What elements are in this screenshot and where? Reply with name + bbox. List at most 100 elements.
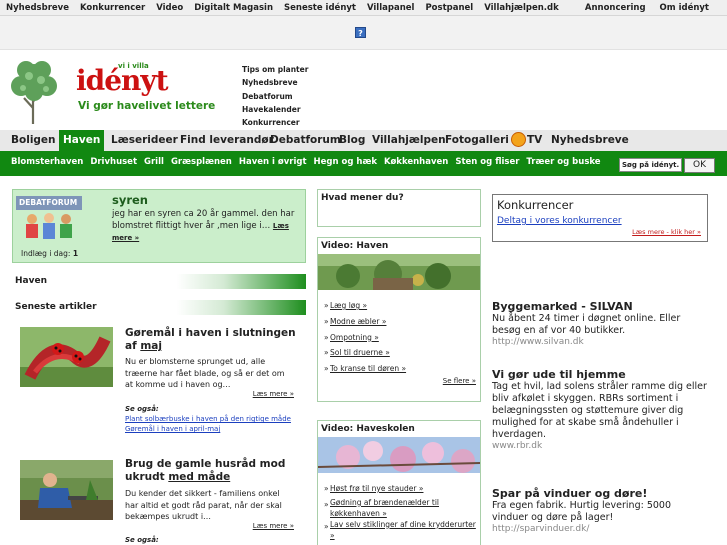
debat-topic-excerpt: jeg har en syren ca 20 år gammel. den ha…	[112, 209, 295, 231]
subnav-graesplaenen[interactable]: Græsplænen	[171, 157, 232, 167]
debatforum-logo-text: DEBATFORUM	[16, 196, 82, 210]
quick-links: Tips om planter Nyhedsbreve Debatforum H…	[242, 63, 308, 129]
debat-topic-title[interactable]: syren	[112, 193, 148, 207]
video-link[interactable]: Læg løg »	[330, 298, 367, 314]
video-link[interactable]: Lav selv stiklinger af dine krydderurter…	[330, 519, 480, 541]
search-input[interactable]	[619, 158, 682, 172]
article-excerpt: Nu er blomsterne sprunget ud, alle træer…	[125, 357, 285, 389]
top-link-nyhedsbreve[interactable]: Nyhedsbreve	[6, 3, 69, 13]
tv-icon	[511, 131, 526, 147]
top-link-konkurrencer[interactable]: Konkurrencer	[80, 3, 145, 13]
list-item[interactable]: » Høst frø til nye stauder »	[324, 481, 480, 497]
subnav-drivhuset[interactable]: Drivhuset	[90, 157, 137, 167]
quick-link-debatforum[interactable]: Debatforum	[242, 90, 308, 103]
konkurrencer-more-link[interactable]: Læs mere - klik her »	[632, 228, 701, 236]
top-link-villapanel[interactable]: Villapanel	[367, 3, 414, 13]
quick-link-havekalender[interactable]: Havekalender	[242, 103, 308, 116]
quick-link-tips[interactable]: Tips om planter	[242, 63, 308, 76]
article-thumbnail-gardener[interactable]	[20, 460, 113, 520]
article-title-link[interactable]: maj	[140, 340, 162, 352]
ad-url[interactable]: http://www.silvan.dk	[492, 337, 707, 347]
ad-title[interactable]: Vi gør ude til hjemme	[492, 368, 707, 381]
video-haven-image[interactable]	[318, 254, 480, 290]
tree-logo-icon	[11, 61, 57, 124]
list-item[interactable]: » Læg løg »	[324, 298, 480, 314]
video-haven-title[interactable]: Video: Haven	[318, 238, 480, 254]
text-ad[interactable]: Vi gør ude til hjemme Tag et hvil, lad s…	[492, 368, 707, 451]
nav-laeserideer[interactable]: Læserideer	[107, 130, 182, 153]
nav-find-leverandoer[interactable]: Find leverandør	[176, 130, 278, 153]
top-bar: Nyhedsbreve Konkurrencer Video Digitalt …	[0, 0, 727, 16]
top-link-om-idenyt[interactable]: Om idényt	[660, 3, 709, 13]
konkurrencer-box: Konkurrencer Deltag i vores konkurrencer…	[492, 194, 708, 242]
article-thumbnail-ladybugs[interactable]	[20, 327, 113, 387]
nav-tv[interactable]: TV	[507, 130, 546, 153]
top-link-digitalt-magasin[interactable]: Digitalt Magasin	[194, 3, 273, 13]
video-link[interactable]: Modne æbler »	[330, 314, 386, 330]
subnav-hegn-og-haek[interactable]: Hegn og hæk	[314, 157, 377, 167]
nav-haven[interactable]: Haven	[59, 130, 105, 153]
top-link-video[interactable]: Video	[156, 3, 183, 13]
video-haven-more-link[interactable]: Se flere »	[318, 377, 480, 385]
nav-tv-label: TV	[527, 134, 543, 146]
nav-fotogalleri[interactable]: Fotogalleri	[441, 130, 513, 153]
nav-villahjaelpen[interactable]: Villahjælpen	[368, 130, 450, 153]
subnav-grill[interactable]: Grill	[144, 157, 164, 167]
nav-debatforum[interactable]: Debatforum	[266, 130, 345, 153]
subnav-haven-i-oevrigt[interactable]: Haven i øvrigt	[239, 157, 307, 167]
people-icon	[26, 213, 72, 239]
ad-body: Fra egen fabrik. Hurtig levering: 5000 v…	[492, 500, 671, 523]
top-link-annoncering[interactable]: Annoncering	[585, 3, 646, 13]
section-haven-header: Haven	[12, 274, 306, 289]
article-excerpt: Du kender det sikkert - familiens onkel …	[125, 489, 282, 521]
list-item[interactable]: » To kranse til døren »	[324, 361, 480, 377]
debatforum-logo[interactable]: DEBATFORUM	[16, 196, 82, 242]
text-ad[interactable]: Spar på vinduer og døre! Fra egen fabrik…	[492, 487, 707, 534]
see-also-link[interactable]: Plant solbærbuske i haven på den rigtige…	[125, 415, 291, 423]
konkurrencer-link[interactable]: Deltag i vores konkurrencer	[497, 216, 622, 226]
list-item[interactable]: » Modne æbler »	[324, 314, 480, 330]
article-title[interactable]: Brug de gamle husråd mod ukrudt med måde	[125, 458, 301, 484]
subnav-koekkenhaven[interactable]: Køkkenhaven	[384, 157, 448, 167]
quick-link-konkurrencer[interactable]: Konkurrencer	[242, 116, 308, 129]
article-read-more-link[interactable]: Læs mere »	[253, 390, 294, 398]
list-item[interactable]: » Sol til druerne »	[324, 345, 480, 361]
ad-title[interactable]: Spar på vinduer og døre!	[492, 487, 707, 500]
search-button[interactable]: OK	[684, 158, 715, 173]
list-item[interactable]: » Lav selv stiklinger af dine krydderurte…	[324, 519, 480, 541]
video-link[interactable]: Sol til druerne »	[330, 345, 390, 361]
list-item[interactable]: » Ompotning »	[324, 330, 480, 346]
list-item[interactable]: » Gødning af brændenælder til køkkenhaven…	[324, 497, 480, 519]
top-link-seneste-idenyt[interactable]: Seneste idényt	[284, 3, 356, 13]
video-link[interactable]: Høst frø til nye stauder »	[330, 481, 423, 497]
top-links-right: Annoncering Om idényt	[585, 3, 709, 13]
ad-url[interactable]: www.rbr.dk	[492, 441, 707, 451]
video-haveskolen-box: Video: Haveskolen » Høst frø til nye stau…	[317, 420, 481, 545]
article-read-more-link[interactable]: Læs mere »	[253, 522, 294, 530]
video-link[interactable]: Ompotning »	[330, 330, 379, 346]
video-link[interactable]: To kranse til døren »	[330, 361, 406, 377]
top-link-postpanel[interactable]: Postpanel	[425, 3, 473, 13]
video-link[interactable]: Gødning af brændenælder til køkkenhaven …	[330, 497, 480, 519]
see-also-link[interactable]: Gøremål i haven i april-maj	[125, 425, 220, 433]
subnav-traeer-og-buske[interactable]: Træer og buske	[526, 157, 600, 167]
subnav-sten-og-fliser[interactable]: Sten og fliser	[455, 157, 519, 167]
quick-link-nyhedsbreve[interactable]: Nyhedsbreve	[242, 76, 308, 89]
section-latest-header: Seneste artikler	[12, 300, 306, 315]
poll-title[interactable]: Hvad mener du?	[318, 190, 480, 206]
top-link-villahjaelpen[interactable]: Villahjælpen.dk	[484, 3, 559, 13]
site-logo[interactable]: vi i villa idényt Vi gør havelivet lette…	[76, 62, 215, 112]
nav-boligen[interactable]: Boligen	[7, 130, 60, 153]
help-icon[interactable]: ?	[355, 27, 366, 38]
video-haveskolen-image[interactable]	[317, 437, 481, 473]
ad-title[interactable]: Byggemarked - SILVAN	[492, 300, 707, 313]
ad-url[interactable]: http://sparvinduer.dk/	[492, 524, 707, 534]
nav-blog[interactable]: Blog	[335, 130, 369, 153]
video-haveskolen-title[interactable]: Video: Haveskolen	[318, 421, 480, 437]
text-ad[interactable]: Byggemarked - SILVAN Nu åbent 24 timer i…	[492, 300, 707, 347]
article-title[interactable]: Gøremål i haven i slutningen af maj	[125, 327, 301, 353]
top-links: Nyhedsbreve Konkurrencer Video Digitalt …	[6, 3, 559, 13]
subnav-blomsterhaven[interactable]: Blomsterhaven	[11, 157, 83, 167]
nav-nyhedsbreve[interactable]: Nyhedsbreve	[547, 130, 633, 153]
article-title-link[interactable]: med måde	[168, 471, 230, 483]
